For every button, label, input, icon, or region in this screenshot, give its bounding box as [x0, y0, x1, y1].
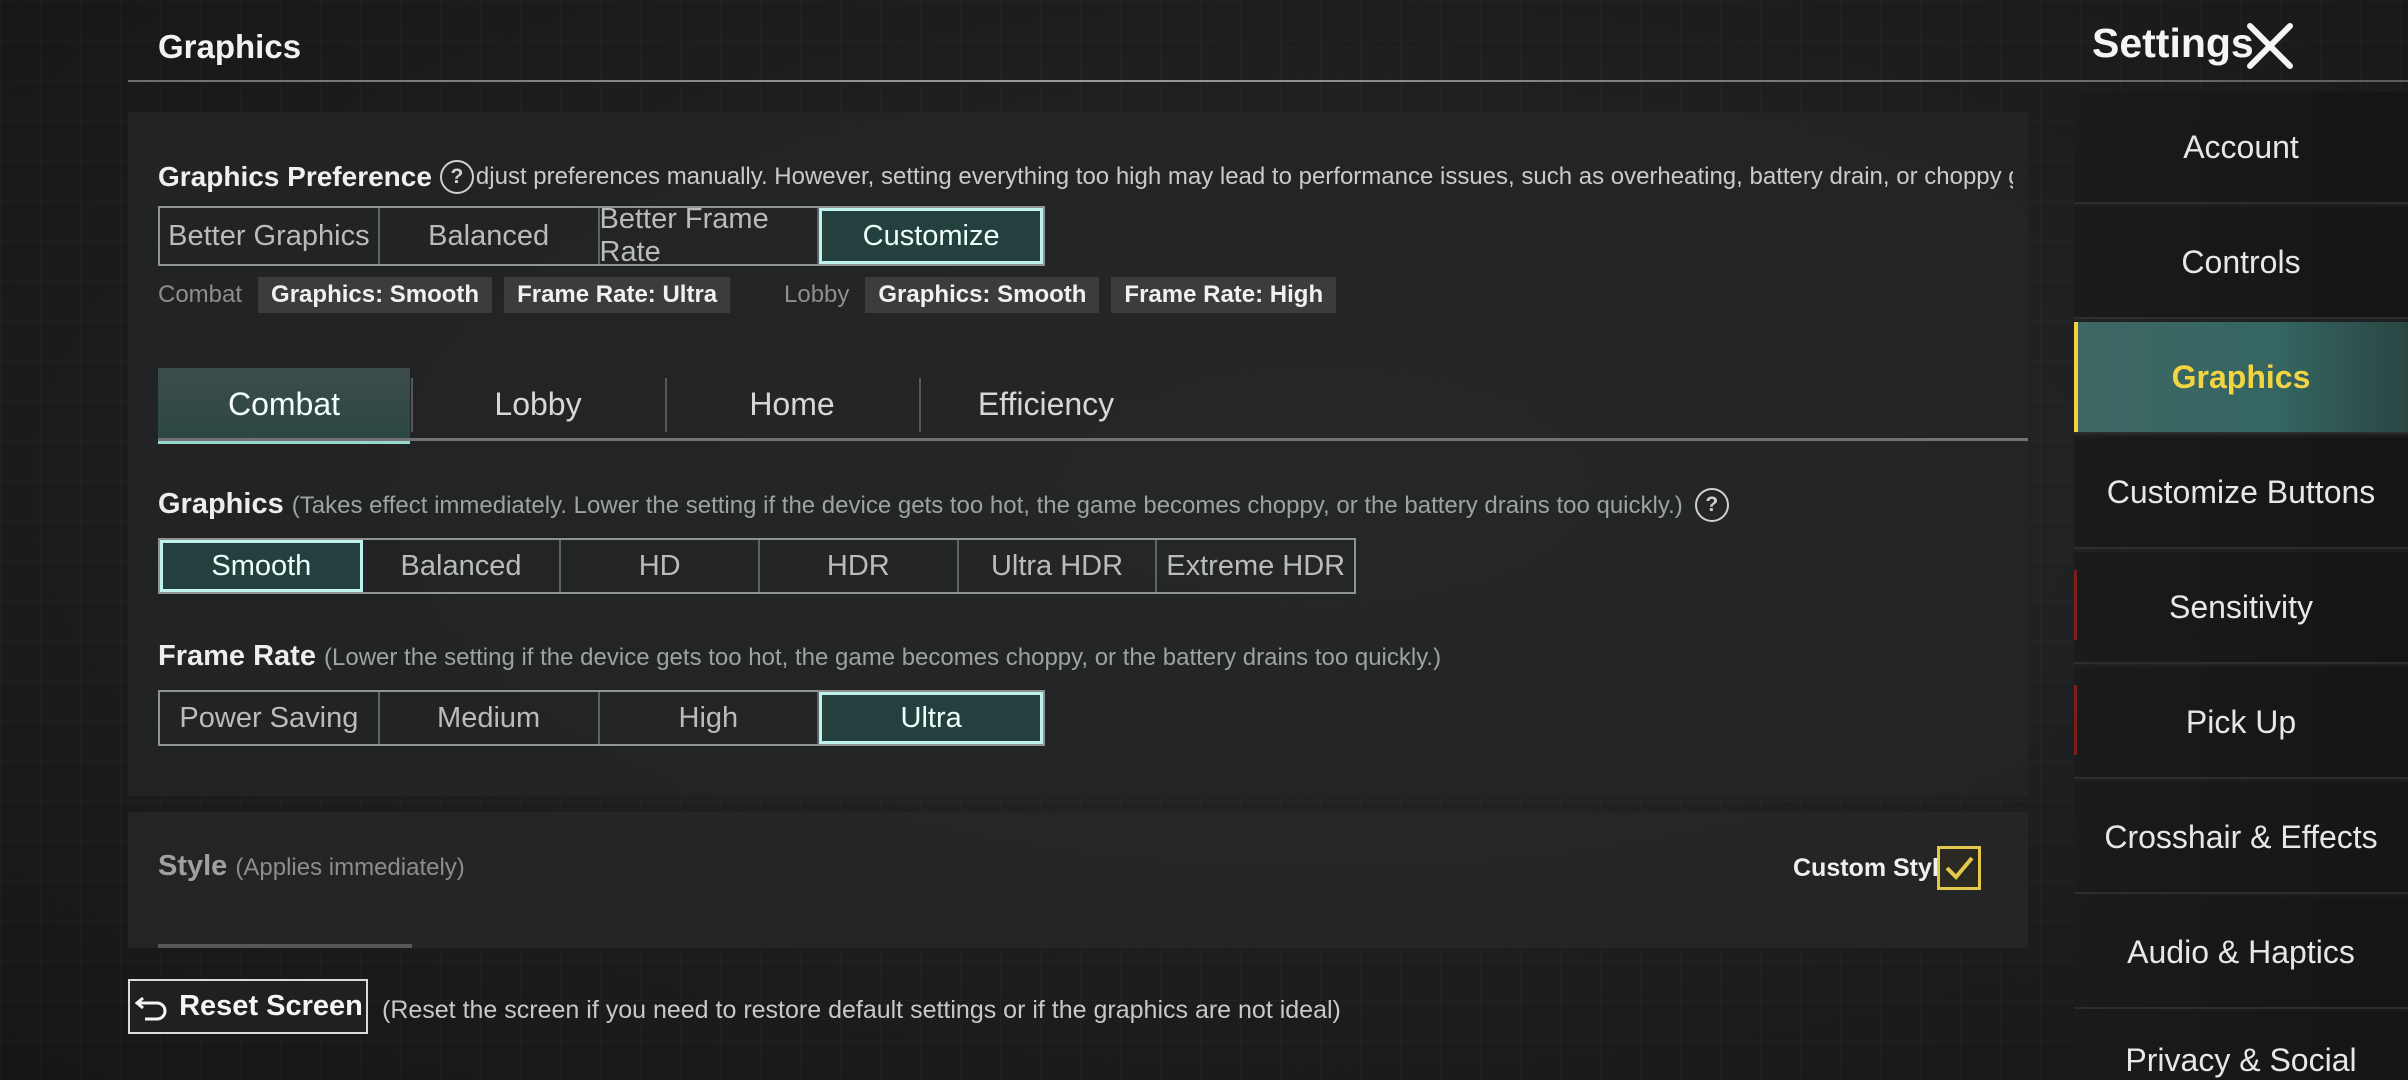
combat-framerate-chip: Frame Rate: Ultra [504, 277, 731, 313]
tabs-underline [158, 438, 2028, 441]
settings-title: Settings [2092, 20, 2254, 66]
custom-style-checkbox[interactable] [1937, 846, 1981, 890]
help-icon[interactable]: ? [1694, 488, 1729, 523]
frame-rate-hint: (Lower the setting if the device gets to… [324, 644, 1442, 671]
graphics-option-extreme-hdr[interactable]: Extreme HDR [1157, 540, 1354, 592]
graphics-option-hd[interactable]: HD [561, 540, 761, 592]
reset-screen-button[interactable]: Reset Screen [128, 979, 368, 1034]
sidebar-item-label: Customize Buttons [2106, 473, 2376, 510]
sidebar-item-label: Controls [2181, 243, 2301, 280]
page-title: Graphics [158, 28, 302, 65]
graphics-option-smooth[interactable]: Smooth [160, 540, 363, 592]
lobby-framerate-chip: Frame Rate: High [1111, 277, 1337, 313]
graphics-preference-label: Graphics Preference [158, 161, 432, 192]
sidebar-item-label: Audio & Haptics [2127, 933, 2355, 970]
reset-screen-label: Reset Screen [179, 990, 363, 1022]
graphics-option-balanced[interactable]: Balanced [363, 540, 562, 592]
frame-rate-heading: Frame Rate (Lower the setting if the dev… [158, 640, 1441, 673]
graphics-quality-selector: Smooth Balanced HD HDR Ultra HDR Extreme… [158, 538, 1356, 594]
sidebar-item-label: Pick Up [2185, 703, 2297, 740]
sidebar-item-customize-buttons[interactable]: Customize Buttons [2074, 437, 2408, 549]
tab-lobby[interactable]: Lobby [412, 368, 664, 440]
preference-option-customize[interactable]: Customize [819, 208, 1043, 264]
graphics-quality-label: Graphics [158, 488, 284, 520]
sidebar-item-label: Crosshair & Effects [2104, 818, 2378, 855]
preference-option-better-graphics[interactable]: Better Graphics [160, 208, 380, 264]
tab-combat[interactable]: Combat [158, 368, 410, 444]
style-label: Style [158, 850, 228, 882]
frame-rate-option-medium[interactable]: Medium [380, 692, 600, 744]
close-icon[interactable] [2244, 20, 2296, 72]
frame-rate-option-ultra[interactable]: Ultra [819, 692, 1043, 744]
sidebar-edge-accent [2074, 570, 2077, 640]
graphics-option-hdr[interactable]: HDR [760, 540, 959, 592]
lobby-summary-label: Lobby [784, 281, 850, 308]
style-heading: Style (Applies immediately) [158, 850, 465, 883]
custom-style-label: Custom Style [1793, 854, 1953, 882]
sidebar-item-pick-up[interactable]: Pick Up [2074, 667, 2408, 779]
sidebar-edge-accent [2074, 685, 2077, 755]
header-divider [128, 80, 2408, 82]
combat-summary-label: Combat [158, 281, 243, 308]
tab-efficiency[interactable]: Efficiency [920, 368, 1172, 440]
sidebar-item-crosshair-effects[interactable]: Crosshair & Effects [2074, 782, 2408, 894]
graphics-quality-hint: (Takes effect immediately. Lower the set… [291, 492, 1683, 519]
graphics-option-ultra-hdr[interactable]: Ultra HDR [959, 540, 1158, 592]
sidebar-item-label: Sensitivity [2168, 588, 2314, 625]
preference-option-better-frame-rate[interactable]: Better Frame Rate [600, 203, 820, 268]
lobby-summary: Lobby Graphics: Smooth Frame Rate: High [784, 276, 1337, 314]
style-tab-underline [158, 944, 412, 948]
checkmark-icon [1945, 856, 1974, 880]
sidebar-item-label: Graphics [2171, 358, 2311, 395]
sidebar-item-sensitivity[interactable]: Sensitivity [2074, 552, 2408, 664]
style-hint: (Applies immediately) [235, 854, 465, 881]
tab-home[interactable]: Home [666, 368, 918, 440]
sidebar-item-graphics[interactable]: Graphics [2074, 322, 2408, 434]
lobby-graphics-chip: Graphics: Smooth [865, 277, 1100, 313]
undo-icon [134, 996, 167, 1020]
combat-graphics-chip: Graphics: Smooth [258, 277, 493, 313]
combat-summary: Combat Graphics: Smooth Frame Rate: Ultr… [158, 276, 731, 314]
sidebar-item-label: Account [2183, 128, 2299, 165]
frame-rate-selector: Power Saving Medium High Ultra [158, 690, 1045, 746]
settings-sidebar: Account Controls Graphics Customize Butt… [2074, 92, 2408, 1080]
preference-option-balanced[interactable]: Balanced [380, 208, 600, 264]
sidebar-item-account[interactable]: Account [2074, 92, 2408, 204]
sidebar-item-controls[interactable]: Controls [2074, 207, 2408, 319]
frame-rate-option-high[interactable]: High [600, 692, 820, 744]
graphics-preference-selector: Better Graphics Balanced Better Frame Ra… [158, 203, 1045, 268]
sidebar-item-privacy-social[interactable]: Privacy & Social [2074, 1012, 2408, 1080]
help-icon[interactable]: ? [439, 160, 474, 194]
frame-rate-option-power-saving[interactable]: Power Saving [160, 692, 380, 744]
graphics-preference-row: Graphics Preference? djust preferences ma… [158, 160, 2013, 202]
sidebar-item-audio-haptics[interactable]: Audio & Haptics [2074, 897, 2408, 1009]
graphics-preference-description: djust preferences manually. However, set… [475, 163, 2013, 190]
reset-screen-hint: (Reset the screen if you need to restore… [382, 996, 1341, 1024]
sidebar-item-label: Privacy & Social [2125, 1042, 2357, 1078]
frame-rate-label: Frame Rate [158, 640, 316, 672]
mode-tabs: Combat Lobby Home Efficiency [158, 368, 2028, 444]
graphics-quality-heading: Graphics (Takes effect immediately. Lowe… [158, 488, 1731, 523]
